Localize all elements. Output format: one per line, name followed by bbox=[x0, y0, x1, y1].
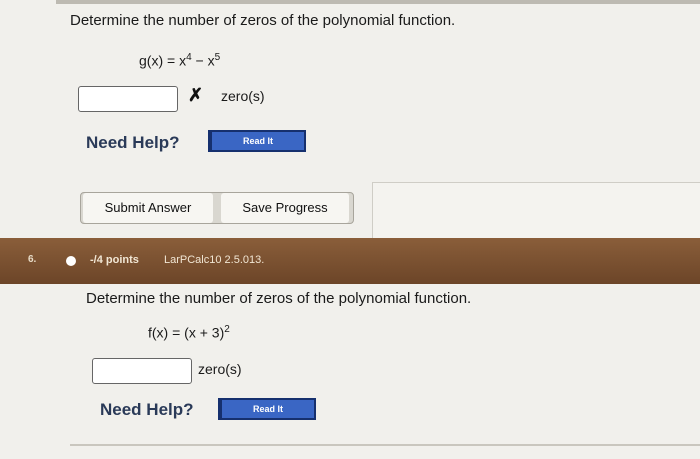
question-6-unit: zero(s) bbox=[198, 361, 242, 377]
question-5-read-it-button[interactable]: Read It bbox=[208, 130, 306, 152]
question-6-answer-input[interactable] bbox=[92, 358, 192, 384]
formula-part: − x bbox=[191, 52, 215, 69]
question-6-need-help: Need Help? bbox=[100, 400, 194, 419]
bottom-divider bbox=[70, 444, 700, 446]
formula-part: g(x) = x bbox=[139, 52, 187, 69]
exponent: 2 bbox=[224, 324, 230, 335]
question-number: 6. bbox=[28, 254, 37, 265]
submit-answer-button[interactable]: Submit Answer bbox=[83, 193, 213, 223]
question-5-need-help: Need Help? bbox=[86, 133, 180, 152]
question-points: -/4 points bbox=[90, 254, 139, 266]
top-divider bbox=[56, 0, 700, 4]
question-reference[interactable]: LarPCalc10 2.5.013. bbox=[164, 254, 264, 266]
question-6-read-it-button[interactable]: Read It bbox=[218, 398, 316, 420]
question-5-answer-input[interactable] bbox=[78, 86, 178, 112]
question-5-prompt: Determine the number of zeros of the pol… bbox=[70, 12, 456, 29]
add-circle-icon[interactable] bbox=[66, 256, 76, 266]
formula-part: f(x) = (x + 3) bbox=[148, 324, 225, 341]
question-6-prompt: Determine the number of zeros of the pol… bbox=[86, 290, 472, 307]
incorrect-x-icon: ✗ bbox=[188, 85, 204, 105]
question-5-formula: g(x) = x4 − x5 bbox=[139, 52, 220, 69]
answer-buttons: Submit Answer Save Progress bbox=[80, 192, 354, 224]
question-6-formula: f(x) = (x + 3)2 bbox=[148, 324, 230, 341]
question-5-unit: zero(s) bbox=[221, 88, 265, 104]
question-6-header: 6. -/4 points LarPCalc10 2.5.013. bbox=[0, 238, 700, 284]
exponent: 5 bbox=[214, 52, 221, 63]
save-progress-button[interactable]: Save Progress bbox=[221, 193, 349, 223]
side-panel bbox=[372, 182, 700, 240]
